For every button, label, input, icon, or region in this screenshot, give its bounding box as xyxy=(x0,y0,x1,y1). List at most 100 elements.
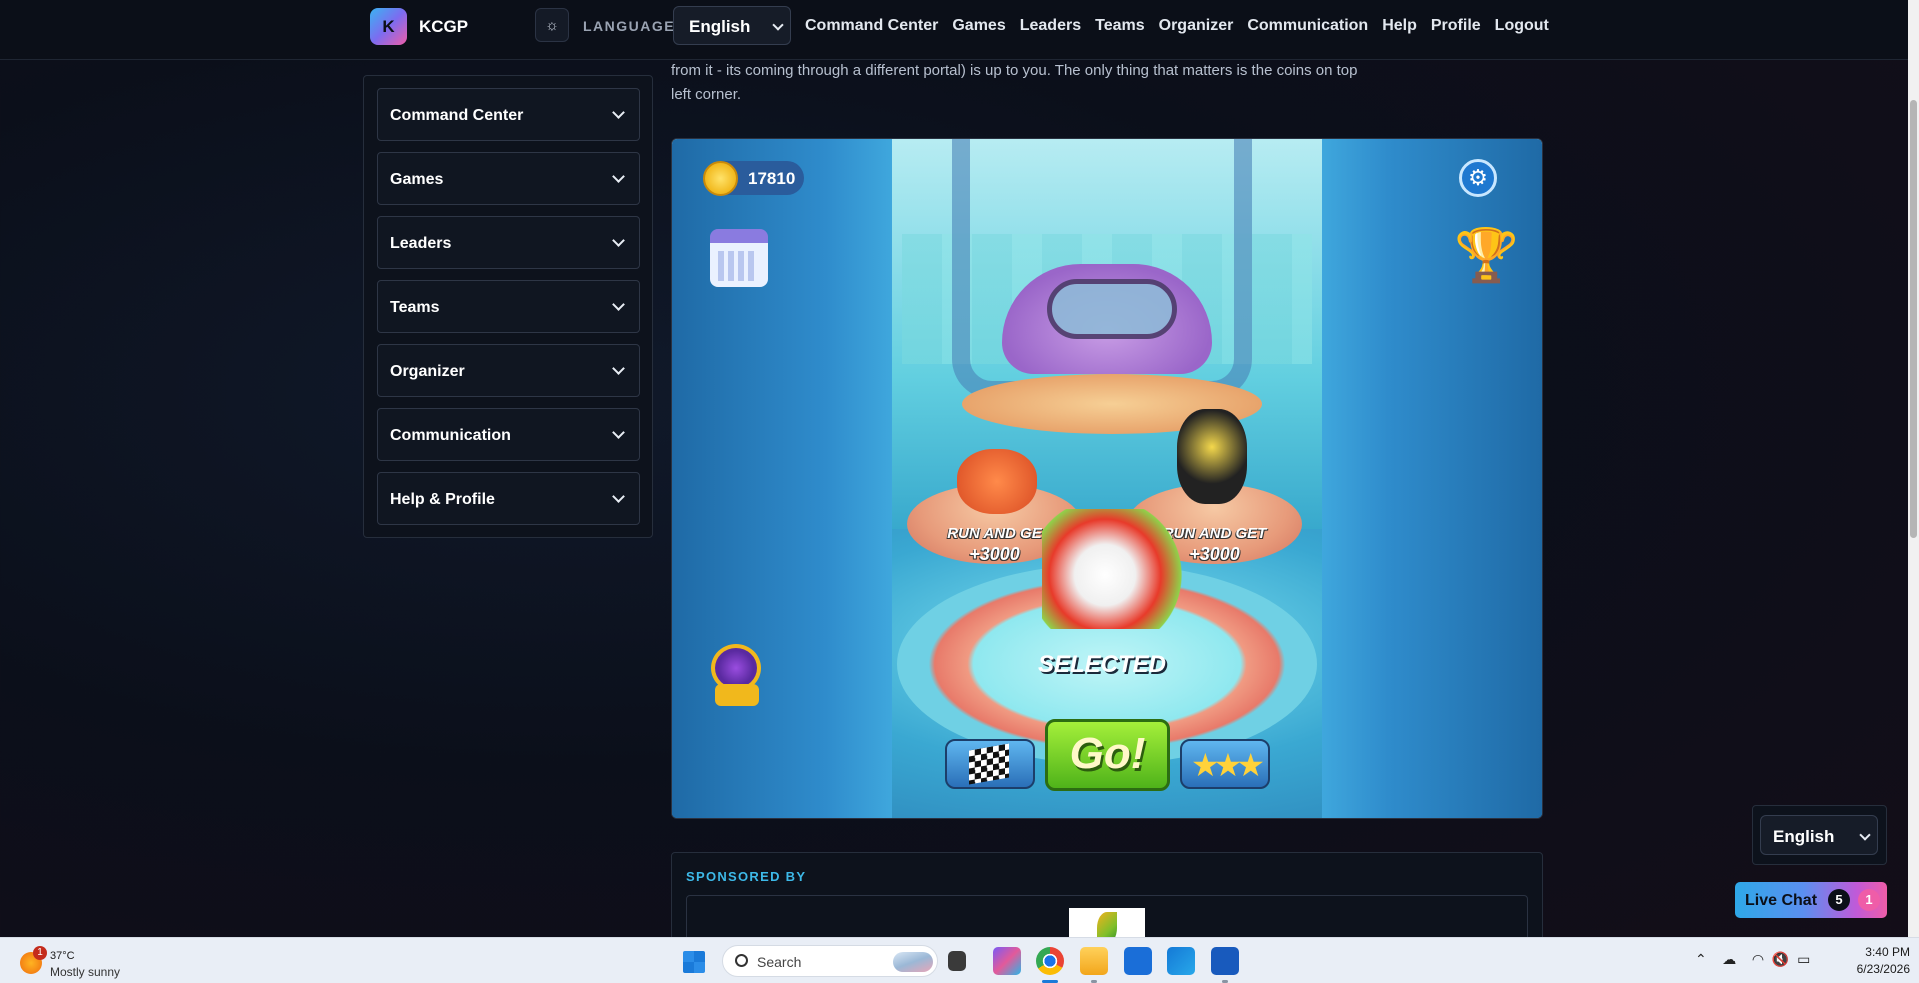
sidebar-item-leaders[interactable]: Leaders xyxy=(377,216,640,269)
nav-link-command-center[interactable]: Command Center xyxy=(805,17,938,35)
game-wall-left xyxy=(672,139,892,818)
outlook-icon[interactable] xyxy=(1167,947,1195,975)
start-button[interactable] xyxy=(683,951,705,973)
theme-toggle-button[interactable]: ☼ xyxy=(535,8,569,42)
nav-link-leaders[interactable]: Leaders xyxy=(1020,17,1081,35)
sidebar-item-label: Organizer xyxy=(390,363,465,380)
floating-language-select[interactable]: English xyxy=(1760,815,1878,855)
sidebar-item-command-center[interactable]: Command Center xyxy=(377,88,640,141)
game-frame[interactable]: RUN AND GE +3000 RUN AND GET +3000 SELEC… xyxy=(671,138,1543,819)
coin-counter: 17810 xyxy=(748,169,796,188)
floating-language-box: English xyxy=(1752,805,1887,865)
brand-name: KCGP xyxy=(419,16,469,36)
nav-link-games[interactable]: Games xyxy=(952,17,1005,35)
nav-link-profile[interactable]: Profile xyxy=(1431,17,1481,35)
checkered-flag-icon xyxy=(969,743,1009,785)
clock-time: 3:40 PM xyxy=(1865,945,1910,959)
task-view-icon[interactable] xyxy=(948,951,966,971)
chevron-up-icon: ⌃ xyxy=(1695,951,1707,967)
sidebar-item-label: Leaders xyxy=(390,235,452,252)
scrollbar-thumb[interactable] xyxy=(1910,100,1917,538)
chevron-down-icon xyxy=(612,106,625,119)
taskbar-search-placeholder: Search xyxy=(757,954,802,970)
selected-label: SELECTED xyxy=(1037,651,1166,678)
intro-line: left corner. xyxy=(671,86,742,103)
sidebar-item-label: Command Center xyxy=(390,107,524,124)
live-chat-button[interactable]: Live Chat 5 1 xyxy=(1735,882,1887,918)
cloud-offline-icon: ☁ xyxy=(1722,951,1737,967)
chrome-icon[interactable] xyxy=(1036,947,1064,975)
hero-character[interactable] xyxy=(1177,409,1247,504)
chevron-down-icon xyxy=(772,19,784,31)
chevron-down-icon xyxy=(612,234,625,247)
sun-icon: ☼ xyxy=(545,16,559,34)
m365-copilot-icon[interactable] xyxy=(993,947,1021,975)
file-explorer-icon[interactable] xyxy=(1080,947,1108,975)
language-select[interactable]: English xyxy=(673,6,791,45)
sidebar-item-label: Communication xyxy=(390,427,511,444)
crab-character[interactable] xyxy=(957,449,1037,514)
battery-icon: ▭ xyxy=(1797,951,1811,967)
microsoft-store-icon[interactable] xyxy=(1124,947,1152,975)
taskbar: 1 37°C Mostly sunny Search ⌃ ☁ ◠ 🔇 ▭ 3:4… xyxy=(0,937,1919,983)
sidebar-item-teams[interactable]: Teams xyxy=(377,280,640,333)
word-icon[interactable] xyxy=(1211,947,1239,975)
search-icon xyxy=(735,954,748,967)
pedestal-left-reward: +3000 xyxy=(969,544,1020,564)
gear-icon[interactable]: ⚙ xyxy=(1459,159,1497,197)
nav-links: Command Center Games Leaders Teams Organ… xyxy=(805,17,1549,35)
weather-temperature: 37°C xyxy=(50,950,75,962)
race-button[interactable] xyxy=(945,739,1035,789)
game-spaceship-glass xyxy=(1047,279,1177,339)
intro-line: from it - its coming through a different… xyxy=(671,62,1358,79)
brand[interactable]: K KCGP xyxy=(370,8,468,45)
taskbar-clock[interactable]: 3:40 PM 6/23/2026 xyxy=(1836,944,1910,978)
go-button[interactable]: Go! xyxy=(1045,719,1170,791)
sidebar-item-label: Teams xyxy=(390,299,440,316)
clock-date: 6/23/2026 xyxy=(1856,962,1910,976)
sidebar-item-games[interactable]: Games xyxy=(377,152,640,205)
chevron-down-icon xyxy=(612,170,625,183)
sidebar-item-label: Help & Profile xyxy=(390,491,495,508)
nav-link-logout[interactable]: Logout xyxy=(1495,17,1549,35)
chat-count-badge: 5 xyxy=(1828,889,1850,911)
sidebar-item-help-profile[interactable]: Help & Profile xyxy=(377,472,640,525)
pedestal-right-reward: +3000 xyxy=(1189,544,1240,564)
sidebar-item-label: Games xyxy=(390,171,444,188)
taskbar-search[interactable]: Search xyxy=(722,945,938,977)
selected-bird-character xyxy=(1042,509,1182,629)
weather-widget[interactable]: 1 37°C Mostly sunny xyxy=(20,946,160,979)
chevron-down-icon xyxy=(1859,829,1871,841)
nav-link-help[interactable]: Help xyxy=(1382,17,1417,35)
intro-text: from it - its coming through a different… xyxy=(671,59,1431,107)
wifi-icon: ◠ xyxy=(1751,951,1765,967)
calendar-icon[interactable] xyxy=(710,229,768,287)
chevron-down-icon xyxy=(612,298,625,311)
nav-link-organizer[interactable]: Organizer xyxy=(1159,17,1234,35)
bonus-orb-icon[interactable] xyxy=(709,644,764,709)
system-tray[interactable]: ⌃ ☁ ◠ 🔇 ▭ xyxy=(1695,951,1810,968)
page-scrollbar[interactable] xyxy=(1908,0,1919,937)
chevron-down-icon xyxy=(612,426,625,439)
floating-language-value: English xyxy=(1773,827,1835,846)
chevron-down-icon xyxy=(612,490,625,503)
nav-link-communication[interactable]: Communication xyxy=(1247,17,1368,35)
language-select-value: English xyxy=(689,17,751,36)
trophy-icon[interactable]: 🏆 xyxy=(1454,225,1519,287)
top-navbar: K KCGP ☼ LANGUAGE English Command Center… xyxy=(0,0,1908,60)
weather-condition: Mostly sunny xyxy=(50,965,121,979)
speaker-muted-icon: 🔇 xyxy=(1771,951,1790,967)
nav-link-teams[interactable]: Teams xyxy=(1095,17,1145,35)
live-chat-label: Live Chat xyxy=(1745,892,1818,909)
coin-icon xyxy=(703,161,738,196)
sidebar-item-communication[interactable]: Communication xyxy=(377,408,640,461)
sponsor-title: SPONSORED BY xyxy=(686,869,807,884)
sidebar: Command Center Games Leaders Teams Organ… xyxy=(363,75,653,538)
chevron-down-icon xyxy=(612,362,625,375)
sidebar-item-organizer[interactable]: Organizer xyxy=(377,344,640,397)
search-highlight-image xyxy=(893,952,933,972)
chat-unread-badge: 1 xyxy=(1858,889,1880,911)
language-label: LANGUAGE xyxy=(583,18,676,34)
stars-button[interactable]: ★★★ xyxy=(1180,739,1270,789)
brand-logo: K xyxy=(370,8,407,45)
